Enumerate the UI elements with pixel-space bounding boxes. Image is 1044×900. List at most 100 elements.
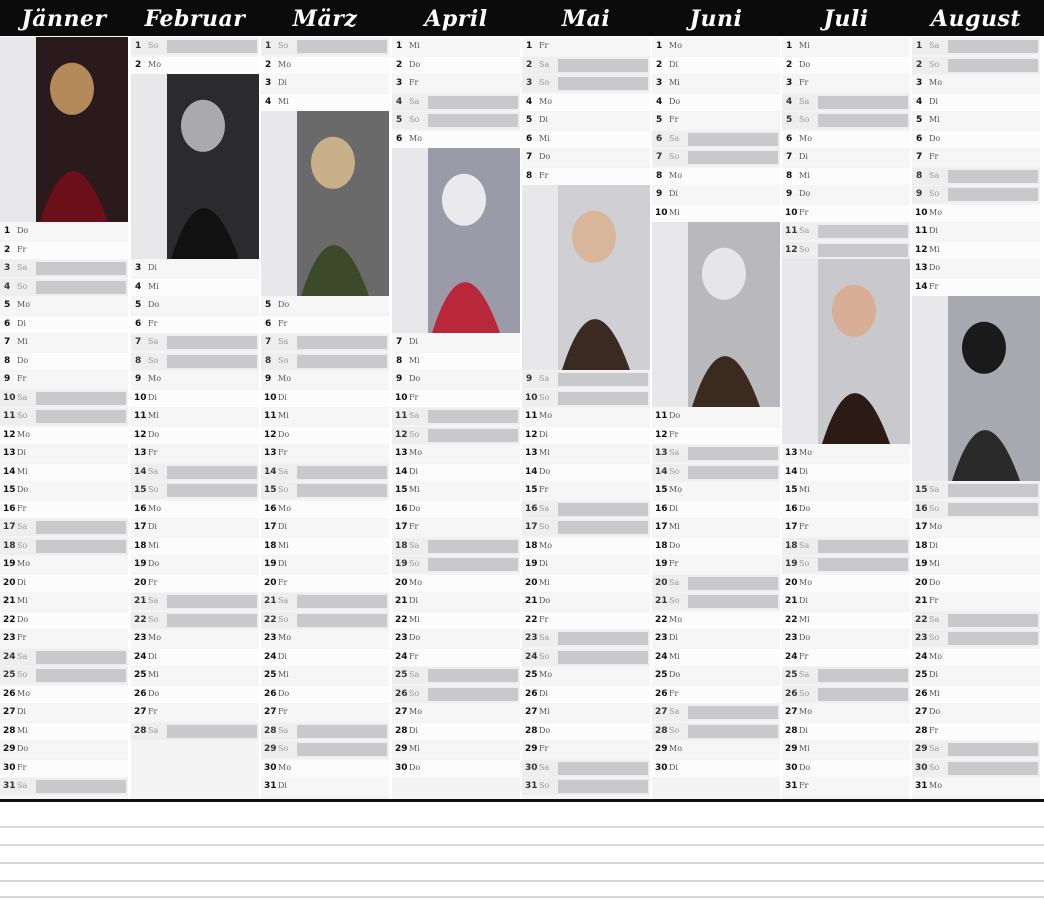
weekday-label: So <box>669 725 680 735</box>
day-row: 4 Di <box>912 93 1040 111</box>
weekend-highlight <box>558 780 648 793</box>
weekday-label: Fr <box>278 318 288 328</box>
day-number: 4 <box>916 96 923 107</box>
weekday-label: So <box>539 78 550 87</box>
weekend-highlight <box>36 280 126 294</box>
weekday-label: Sa <box>929 614 940 624</box>
month-column: 1 Mi 2 Do 3 Fr 4 Sa 5 So 6 Mo 7 Di 8 Mi 9 Do 10 Fr 11 Sa 12 So 1… <box>392 37 520 800</box>
day-row: 10 Mo <box>912 204 1040 222</box>
weekday-label: Sa <box>278 725 289 735</box>
weekday-label: Do <box>799 633 811 642</box>
day-row: 25 Mi <box>131 667 259 684</box>
day-number: 18 <box>395 540 408 551</box>
day-row: 4 Sa <box>392 93 520 111</box>
day-row: 18 Mi <box>131 537 259 555</box>
day-number: 5 <box>396 115 403 125</box>
day-row: 31 So <box>522 778 650 795</box>
weekday-label: Mo <box>278 633 292 642</box>
weekday-label: Fr <box>278 707 288 716</box>
day-number: 5 <box>526 115 533 125</box>
day-number: 28 <box>785 725 798 736</box>
day-row: 17 Fr <box>392 519 520 536</box>
day-number: 7 <box>4 337 11 347</box>
day-number: 26 <box>3 688 16 699</box>
weekend-highlight <box>688 724 778 738</box>
weekday-label: Do <box>409 503 421 513</box>
weekday-label: Sa <box>539 503 550 513</box>
weekday-label: Fr <box>539 170 549 180</box>
weekend-highlight <box>818 539 908 553</box>
weekday-label: Do <box>539 152 551 161</box>
day-row: 18 So <box>0 537 128 555</box>
weekend-highlight <box>36 669 126 682</box>
day-number: 3 <box>526 78 533 88</box>
day-row: 17 Mo <box>912 519 1040 536</box>
weekday-label: Mi <box>539 448 550 457</box>
day-row: 11 Mi <box>131 408 259 425</box>
weekend-highlight <box>558 373 648 386</box>
weekday-label: Sa <box>799 226 810 235</box>
day-row: 22 Mi <box>782 611 910 629</box>
day-number: 1 <box>526 41 533 51</box>
day-number: 15 <box>3 485 16 495</box>
day-row: 14 Sa <box>261 463 389 481</box>
day-number: 29 <box>915 744 928 754</box>
weekday-label: Di <box>539 429 548 439</box>
day-row: 11 Sa <box>782 223 910 240</box>
day-row: 13 Sa <box>652 445 780 462</box>
day-row: 20 Sa <box>652 574 780 592</box>
weekday-label: Mo <box>148 374 162 383</box>
day-row: 24 Fr <box>782 648 910 666</box>
weekday-label: So <box>929 59 940 69</box>
weekday-label: Mi <box>409 41 420 50</box>
weekend-highlight <box>297 613 387 627</box>
weekend-highlight <box>948 169 1038 183</box>
day-row: 24 Fr <box>392 648 520 666</box>
day-number: 23 <box>915 633 928 643</box>
day-number: 10 <box>3 392 16 403</box>
weekend-highlight <box>818 558 908 571</box>
day-row: 8 Fr <box>522 167 650 185</box>
weekend-highlight <box>428 428 518 442</box>
weekday-label: So <box>148 485 159 494</box>
day-number: 23 <box>655 633 668 643</box>
weekday-label: Mo <box>17 559 31 568</box>
weekday-label: Mo <box>409 448 423 457</box>
weekday-label: Sa <box>409 411 420 420</box>
day-row: 1 So <box>131 38 259 55</box>
day-number: 16 <box>395 503 408 514</box>
day-number: 2 <box>786 59 793 70</box>
day-number: 6 <box>526 133 533 144</box>
weekday-label: Sa <box>17 781 28 790</box>
day-number: 23 <box>3 633 16 643</box>
day-number: 6 <box>656 133 663 144</box>
weekday-label: Mi <box>799 744 810 753</box>
weekday-label: Mo <box>148 633 162 642</box>
weekend-highlight <box>297 743 387 756</box>
weekday-label: Fr <box>17 503 27 513</box>
note-line <box>0 880 1044 882</box>
day-row: 12 Mo <box>0 426 128 444</box>
weekday-label: So <box>148 355 159 365</box>
weekday-label: Fr <box>539 614 549 624</box>
day-number: 12 <box>395 429 408 440</box>
month-title-2: März <box>292 6 358 32</box>
weekday-label: Mi <box>539 707 550 716</box>
day-number: 11 <box>525 411 538 421</box>
day-number: 12 <box>655 429 668 440</box>
weekday-label: So <box>669 152 680 161</box>
day-row: 12 So <box>392 426 520 444</box>
weekend-highlight <box>297 484 387 497</box>
weekday-label: Do <box>669 96 681 106</box>
weekend-highlight <box>558 391 648 405</box>
day-row: 29 Sa <box>912 741 1040 758</box>
weekday-label: So <box>17 540 28 550</box>
weekday-label: Mo <box>799 577 813 587</box>
day-number: 1 <box>135 41 142 51</box>
day-number: 31 <box>264 781 277 791</box>
day-row: 11 Mi <box>261 408 389 425</box>
day-number: 31 <box>915 781 928 791</box>
weekday-label: Mi <box>17 337 28 346</box>
day-number: 30 <box>785 762 798 773</box>
note-line <box>0 862 1044 864</box>
